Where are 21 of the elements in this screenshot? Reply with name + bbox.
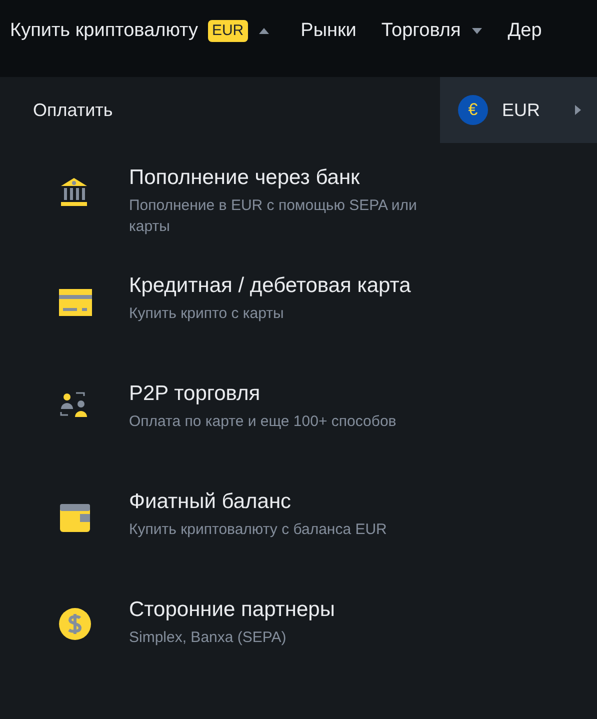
method-description: Оплата по карте и еще 100+ способов — [129, 412, 398, 432]
euro-icon: € — [458, 95, 488, 125]
method-description: Simplex, Banxa (SEPA) — [129, 628, 288, 648]
method-title[interactable]: Сторонние партнеры — [129, 595, 449, 625]
nav-link[interactable]: Дер — [508, 17, 542, 46]
method-description: Купить криптовалюту с баланса EUR — [129, 520, 388, 540]
method-title[interactable]: Пополнение через банк — [129, 163, 449, 193]
nav-link[interactable]: Рынки — [300, 17, 356, 46]
currency-selector[interactable]: € EUR — [440, 77, 597, 143]
method-title[interactable]: Фиатный баланс — [129, 487, 449, 517]
nav-link[interactable]: Купить криптовалюту EUR — [10, 17, 270, 46]
method-title[interactable]: P2P торговля — [129, 379, 449, 409]
currency-badge: EUR — [208, 20, 248, 42]
caret-icon — [574, 104, 582, 116]
method-description: Пополнение в EUR с помощью SEPA или карты — [129, 196, 418, 237]
currency-code: EUR — [502, 98, 540, 122]
method-title[interactable]: Кредитная / дебетовая карта — [129, 271, 449, 301]
method-description: Купить крипто с карты — [129, 304, 285, 324]
section-label: Оплатить — [32, 98, 113, 122]
nav-link[interactable]: Торговля — [381, 17, 483, 46]
dollar-coin-icon — [58, 607, 93, 642]
